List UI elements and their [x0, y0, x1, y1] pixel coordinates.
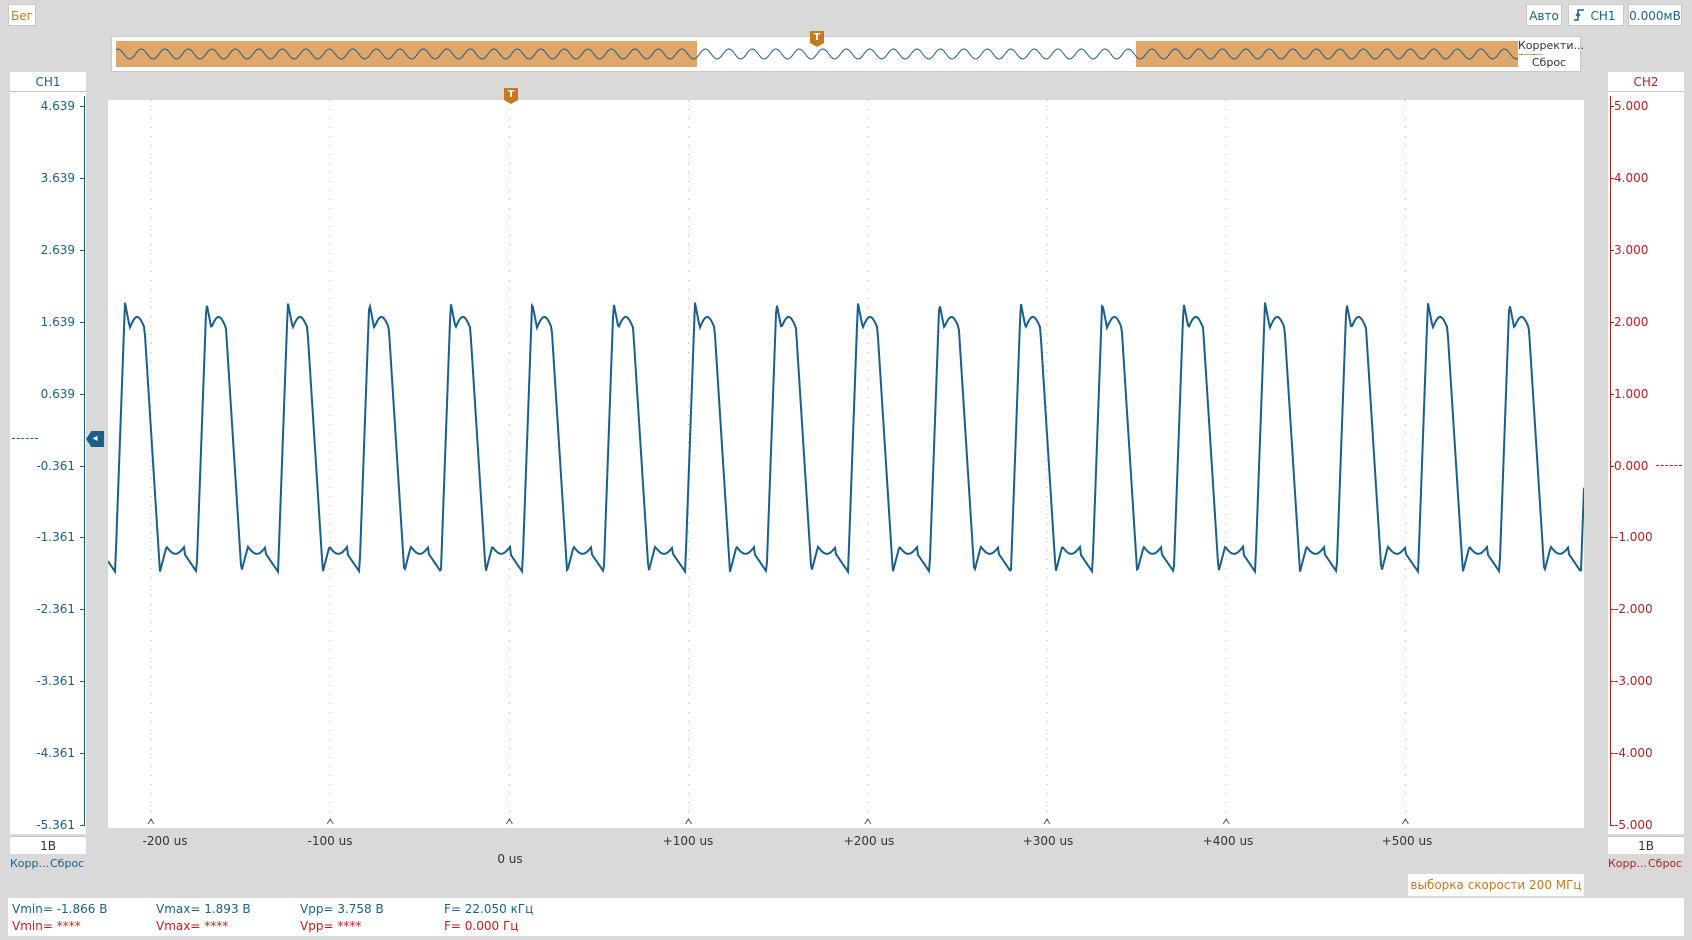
ch1-vpp: Vpp= 3.758 В	[300, 902, 384, 916]
ch1-label[interactable]: CH1	[10, 72, 86, 92]
ch1-frequency: F= 22.050 кГц	[444, 902, 534, 916]
ch2-tick-label: 0.000	[1614, 458, 1649, 473]
measurements-panel	[8, 898, 1684, 936]
ch2-frequency: F= 0.000 Гц	[444, 919, 519, 933]
time-axis-label: +200 us	[843, 834, 895, 848]
time-axis-label: -200 us	[142, 834, 188, 848]
ch2-tick-mark	[1610, 249, 1614, 251]
ch1-waveform	[108, 302, 1584, 575]
time-tick-mark	[505, 818, 513, 825]
ch1-reset-button[interactable]: Сброс	[50, 857, 84, 870]
ch2-label[interactable]: CH2	[1608, 72, 1684, 92]
time-tick-mark	[1222, 818, 1230, 825]
overview-waveform	[115, 41, 1544, 67]
ch2-tick-mark	[1610, 177, 1614, 179]
ch2-axis-line	[1610, 96, 1611, 826]
ch2-tick-mark	[1610, 537, 1614, 539]
ch2-tick-mark	[1610, 753, 1614, 755]
ch2-vmax: Vmax= ****	[156, 919, 229, 933]
ch1-offset-dash	[12, 438, 38, 439]
ch1-tick-label: 3.639	[40, 170, 75, 185]
ch1-auto-button[interactable]: Корр...	[10, 857, 49, 870]
sample-rate-label: выборка скорости 200 МГц	[1408, 874, 1584, 896]
ch1-tick-label: 1.639	[40, 314, 75, 329]
ch1-tick-label: 4.639	[40, 99, 75, 113]
trigger-level-button[interactable]: 0.000мВ	[1628, 4, 1682, 26]
time-axis-label: +400 us	[1202, 834, 1254, 848]
ch2-tick-label: 2.000	[1614, 314, 1649, 329]
ch1-tick-label: -0.361	[36, 458, 75, 473]
waveform-overview[interactable]: T	[111, 31, 1581, 72]
run-button[interactable]: Бег	[8, 4, 36, 26]
ch2-auto-button[interactable]: Корр...	[1608, 857, 1647, 870]
time-axis-label: +500 us	[1381, 834, 1433, 848]
ch1-tick-mark	[80, 681, 84, 683]
ch2-tick-label: -2.000	[1614, 602, 1653, 617]
ch2-tick-mark	[1610, 681, 1614, 683]
time-tick-mark	[685, 818, 693, 825]
time-axis-label: -100 us	[307, 834, 353, 848]
overview-auto-button[interactable]: Корректи...	[1518, 37, 1584, 54]
trigger-mode-button[interactable]: Авто	[1526, 4, 1562, 26]
ch1-tick-label: 0.639	[40, 386, 75, 401]
ch1-tick-mark	[80, 177, 84, 179]
ch1-tick-label: 2.639	[40, 242, 75, 257]
trigger-channel-label: CH1	[1590, 9, 1616, 23]
time-axis-label: +100 us	[662, 834, 714, 848]
ch2-tick-mark	[1610, 393, 1614, 395]
time-tick-mark	[326, 818, 334, 825]
ch1-tick-label: -5.361	[36, 818, 75, 832]
ch1-tick-label: -3.361	[36, 674, 75, 689]
waveform-plot	[108, 100, 1584, 828]
overview-reset-button[interactable]: Сброс	[1518, 55, 1580, 71]
ch2-tick-mark	[1610, 465, 1614, 467]
ch2-scale[interactable]: 1В	[1608, 836, 1684, 854]
ch2-tick-label: -5.000	[1614, 818, 1653, 832]
ch1-tick-label: -1.361	[36, 530, 75, 545]
rising-edge-icon	[1573, 5, 1585, 32]
ch2-tick-mark	[1610, 825, 1614, 826]
overview-left-window	[116, 41, 697, 67]
ch1-tick-label: -4.361	[36, 746, 75, 761]
ch1-tick-mark	[80, 465, 84, 467]
ch2-tick-label: 1.000	[1614, 386, 1649, 401]
ch2-tick-label: -4.000	[1614, 746, 1653, 761]
trigger-source-button[interactable]: CH1	[1568, 4, 1624, 26]
ch1-tick-mark	[80, 393, 84, 395]
ch2-tick-label: -1.000	[1614, 530, 1653, 545]
ch1-tick-mark	[80, 609, 84, 611]
time-tick-mark	[864, 818, 872, 825]
ch1-axis-line	[84, 96, 85, 826]
ch2-reset-button[interactable]: Сброс	[1648, 857, 1682, 870]
ch2-tick-mark	[1610, 609, 1614, 611]
ch1-ground-marker[interactable]: ◂	[86, 431, 104, 447]
ch2-tick-label: -3.000	[1614, 674, 1653, 689]
ch2-vpp: Vpp= ****	[300, 919, 362, 933]
ch1-tick-mark	[80, 106, 84, 107]
ch2-tick-label: 3.000	[1614, 242, 1649, 257]
ch1-tick-mark	[80, 321, 84, 323]
ch1-tick-mark	[80, 249, 84, 251]
ch1-axis-panel	[10, 72, 86, 834]
overview-right-window	[1136, 41, 1543, 67]
ch1-tick-mark	[80, 753, 84, 755]
ch1-tick-label: -2.361	[36, 602, 75, 617]
ch2-vmin: Vmin= ****	[12, 919, 81, 933]
ch1-tick-mark	[80, 537, 84, 539]
time-axis-label: +300 us	[1022, 834, 1074, 848]
ch1-vmax: Vmax= 1.893 В	[156, 902, 251, 916]
ch2-tick-mark	[1610, 321, 1614, 323]
ch1-tick-mark	[80, 825, 84, 826]
ch1-vmin: Vmin= -1.866 В	[12, 902, 108, 916]
time-tick-mark	[1043, 818, 1051, 825]
time-tick-mark	[147, 818, 155, 825]
ch2-tick-mark	[1610, 106, 1614, 107]
ch1-scale[interactable]: 1В	[10, 836, 86, 854]
ch2-offset-dash	[1656, 465, 1682, 466]
time-tick-mark	[1401, 818, 1409, 825]
ch2-tick-label: 4.000	[1614, 170, 1649, 185]
time-axis-label: 0 us	[497, 852, 523, 866]
ch2-axis-panel	[1608, 72, 1684, 834]
ch2-tick-label: 5.000	[1614, 99, 1649, 113]
